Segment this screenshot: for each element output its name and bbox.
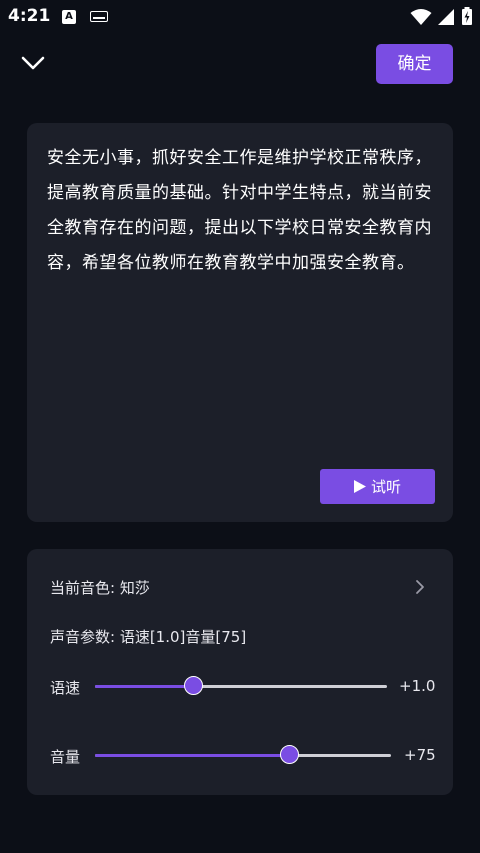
- volume-slider[interactable]: [95, 745, 391, 764]
- volume-slider-thumb[interactable]: [280, 745, 300, 764]
- speed-slider-row: 语速 +1.0: [27, 671, 453, 701]
- current-voice-row[interactable]: 当前音色: 知莎: [27, 567, 453, 607]
- speed-label: 语速: [50, 679, 81, 697]
- text-card: 安全无小事，抓好安全工作是维护学校正常秩序，提高教育质量的基础。针对中学生特点，…: [27, 123, 453, 522]
- listen-button[interactable]: 试听: [320, 469, 435, 504]
- keyboard-icon: [90, 11, 108, 22]
- wifi-icon: [410, 9, 432, 25]
- status-bar: 4:21 A: [0, 0, 480, 34]
- confirm-button[interactable]: 确定: [376, 44, 453, 84]
- speed-slider[interactable]: [95, 676, 387, 695]
- speed-value: +1.0: [399, 677, 436, 695]
- status-time: 4:21: [8, 6, 51, 26]
- a-letter-icon: A: [62, 10, 76, 24]
- voice-params-text: 声音参数: 语速[1.0]音量[75]: [50, 628, 247, 646]
- battery-charging-icon: [462, 7, 472, 25]
- volume-slider-row: 音量 +75: [27, 740, 453, 770]
- tts-text-content[interactable]: 安全无小事，抓好安全工作是维护学校正常秩序，提高教育质量的基础。针对中学生特点，…: [47, 141, 433, 281]
- speed-slider-thumb[interactable]: [184, 676, 204, 695]
- play-icon: [353, 480, 366, 493]
- chevron-down-icon[interactable]: [20, 50, 46, 76]
- speed-slider-fill: [95, 685, 195, 688]
- volume-label: 音量: [50, 748, 81, 766]
- signal-icon: [438, 9, 454, 25]
- listen-label: 试听: [370, 478, 401, 496]
- current-voice-label: 当前音色: 知莎: [50, 579, 150, 597]
- chevron-right-icon: [416, 580, 424, 594]
- volume-value: +75: [404, 746, 436, 764]
- voice-settings-card: 当前音色: 知莎 声音参数: 语速[1.0]音量[75] 语速 +1.0 音量 …: [27, 549, 453, 795]
- volume-slider-fill: [95, 754, 291, 757]
